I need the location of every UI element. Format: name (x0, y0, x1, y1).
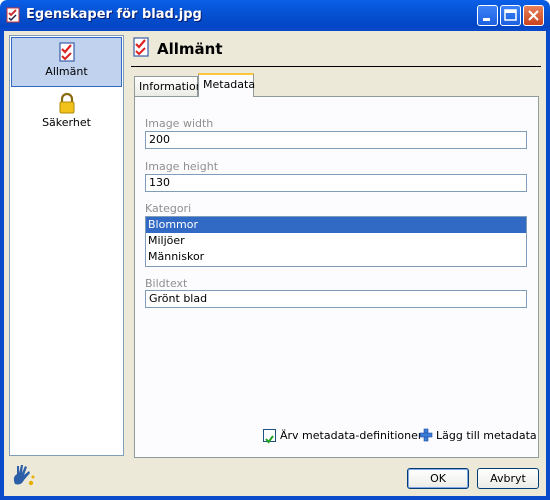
checklist-icon (58, 42, 75, 62)
ok-button[interactable]: OK (407, 468, 469, 489)
category-label: Kategori (145, 202, 192, 215)
image-width-field[interactable]: 200 (145, 131, 527, 149)
close-icon (528, 10, 539, 21)
plus-icon[interactable] (419, 428, 433, 442)
tab-metadata[interactable]: Metadata (198, 73, 255, 97)
list-item[interactable]: Människor (146, 249, 526, 265)
image-height-field[interactable]: 130 (145, 174, 527, 192)
page-title: Allmänt (157, 40, 223, 58)
checklist-icon (133, 37, 149, 57)
minimize-icon (483, 18, 490, 21)
list-item[interactable]: Blommor (146, 217, 526, 233)
tab-information[interactable]: Information (134, 76, 203, 96)
add-metadata-link[interactable]: Lägg till metadata (436, 429, 537, 442)
sidebar-item-allmant[interactable]: Allmänt (11, 37, 122, 87)
category-listbox[interactable]: Blommor Miljöer Människor (145, 216, 527, 267)
inherit-metadata-label[interactable]: Ärv metadata-definitioner (280, 429, 422, 442)
checklist-icon (6, 7, 20, 23)
sidebar-item-label: Säkerhet (42, 116, 91, 129)
hand-logo-icon (13, 465, 35, 486)
caption-label: Bildtext (145, 277, 188, 290)
inherit-metadata-checkbox[interactable] (263, 429, 276, 444)
title-bar[interactable]: Egenskaper för blad.jpg (0, 0, 550, 31)
tab-panel-metadata (134, 96, 539, 458)
list-item[interactable]: Miljöer (146, 233, 526, 249)
minimize-button[interactable] (477, 5, 498, 26)
maximize-icon (504, 9, 517, 21)
image-height-label: Image height (145, 160, 219, 173)
maximize-button[interactable] (500, 5, 521, 26)
close-button[interactable] (523, 5, 544, 26)
window-frame-left (0, 31, 4, 500)
cancel-button[interactable]: Avbryt (477, 468, 539, 489)
properties-dialog: Egenskaper för blad.jpg Allmänt Säkerhet… (0, 0, 550, 500)
header-divider (131, 66, 541, 67)
caption-field[interactable]: Grönt blad (145, 290, 527, 308)
window-title: Egenskaper för blad.jpg (26, 7, 202, 22)
image-width-label: Image width (145, 117, 214, 130)
checkmark-icon (265, 435, 274, 444)
window-frame-bottom (0, 496, 550, 500)
window-frame-right (546, 31, 550, 500)
lock-icon (59, 92, 74, 114)
sidebar-item-sakerhet[interactable]: Säkerhet (11, 89, 122, 139)
sidebar-item-label: Allmänt (45, 65, 88, 78)
category-sidebar: Allmänt Säkerhet (9, 35, 124, 456)
